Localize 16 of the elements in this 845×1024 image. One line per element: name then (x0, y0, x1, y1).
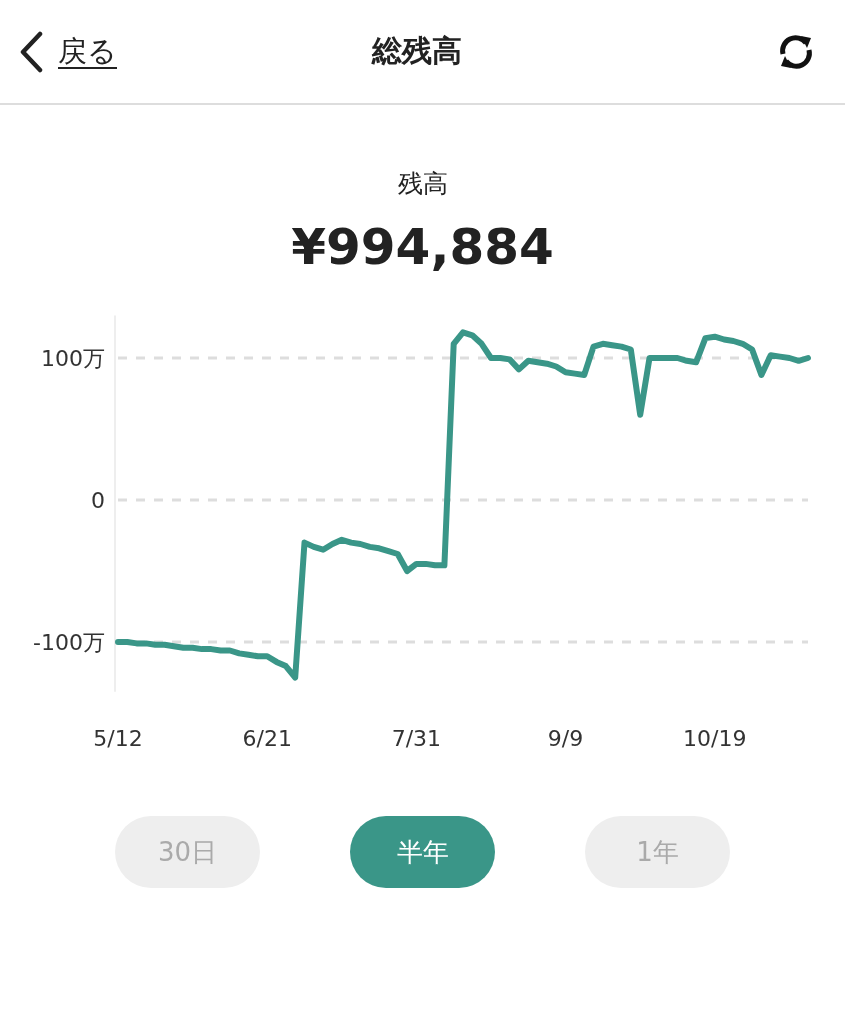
period-tab[interactable]: 30日 (115, 816, 260, 888)
axis-label: 6/21 (242, 726, 292, 751)
balance-label: 残高 (396, 168, 449, 200)
axis-label: 7/31 (391, 726, 442, 751)
axis-label: -100万 (33, 630, 105, 655)
axis-label: 100万 (41, 346, 105, 371)
balance-amount: ¥994,884 (290, 218, 555, 276)
axis-label: 10/19 (683, 726, 747, 751)
back-icon[interactable] (18, 30, 44, 73)
back-link[interactable]: 戻る (58, 31, 117, 72)
period-tab[interactable]: 1年 (585, 816, 730, 888)
axis-label: 0 (91, 488, 105, 513)
page-title: 総残高 (371, 32, 462, 70)
period-tab[interactable]: 半年 (350, 816, 495, 888)
axis-label: 9/9 (547, 726, 584, 751)
axis-label: 5/12 (93, 726, 143, 751)
